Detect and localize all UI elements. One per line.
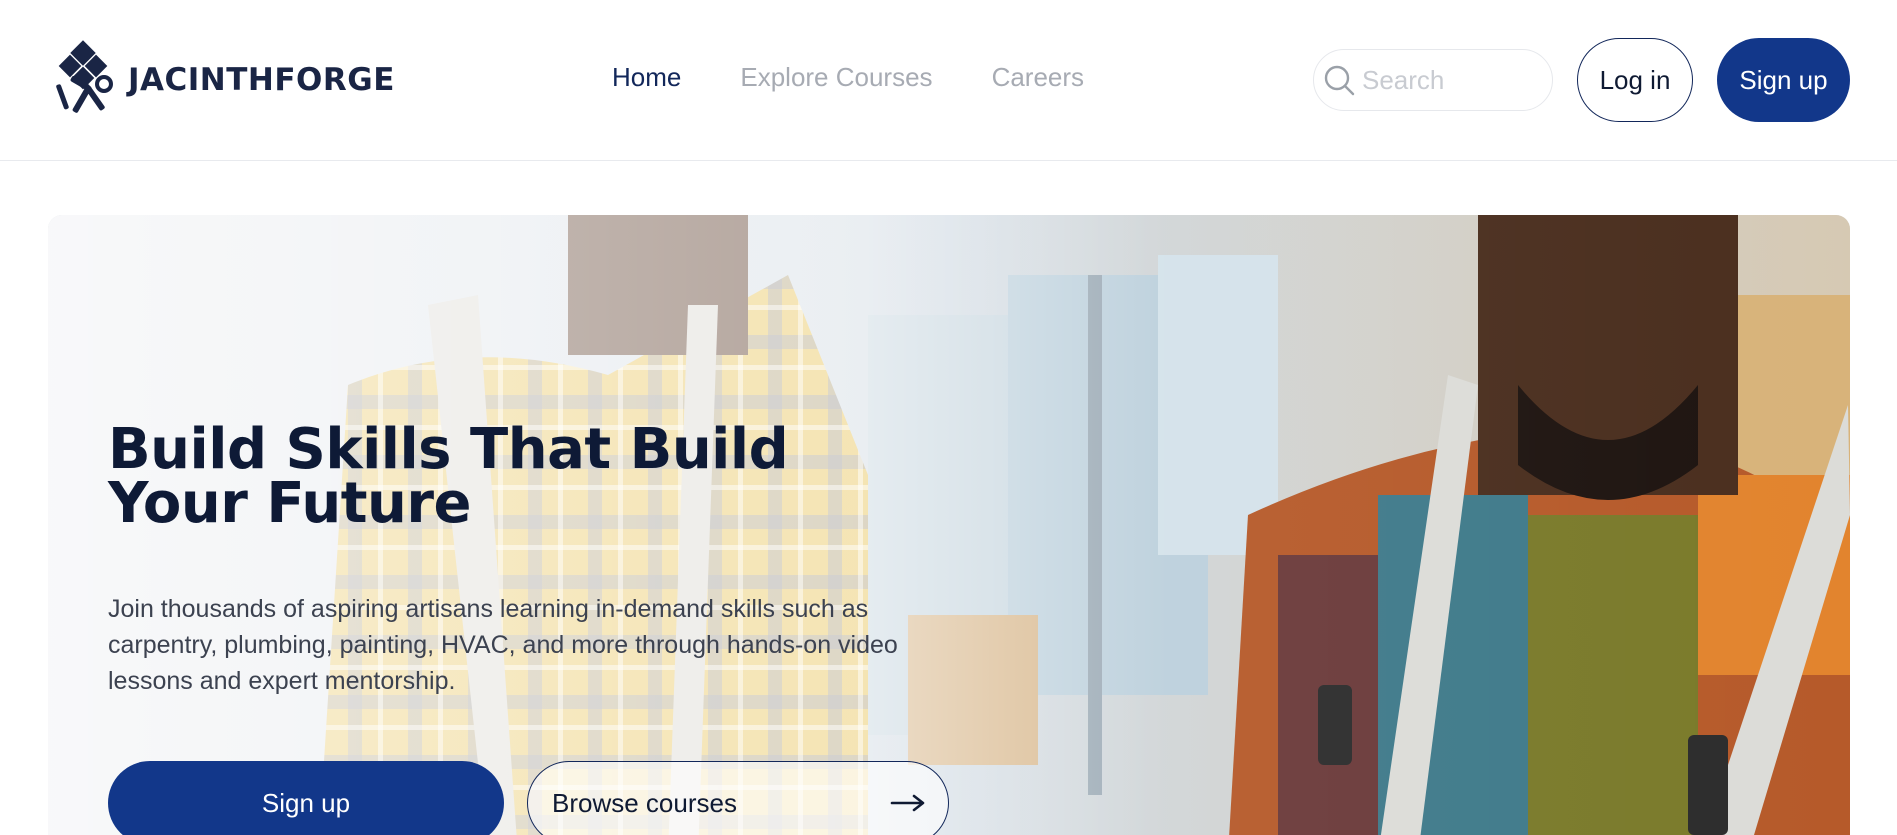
search-input[interactable] [1362, 64, 1542, 96]
arrow-right-icon [890, 794, 925, 812]
hero-banner: Build Skills That Build Your Future Join… [48, 215, 1850, 835]
site-header: JACINTHFORGE Home Explore Courses Career… [0, 0, 1897, 161]
nav-explore-courses[interactable]: Explore Courses [740, 62, 932, 93]
logo[interactable]: JACINTHFORGE [52, 40, 395, 120]
login-button[interactable]: Log in [1577, 38, 1693, 122]
nav-careers[interactable]: Careers [992, 62, 1084, 93]
main-nav: Home Explore Courses Careers [612, 62, 1084, 93]
search-icon [1324, 65, 1355, 96]
hero-signup-button[interactable]: Sign up [108, 761, 504, 835]
browse-courses-button[interactable]: Browse courses [527, 761, 949, 835]
search-box[interactable] [1313, 49, 1553, 111]
hero-subtitle: Join thousands of aspiring artisans lear… [108, 595, 898, 695]
signup-button[interactable]: Sign up [1717, 38, 1850, 122]
hero-title: Build Skills That Build Your Future [108, 417, 789, 536]
nav-home[interactable]: Home [612, 62, 681, 93]
browse-courses-label: Browse courses [552, 787, 737, 818]
logo-text: JACINTHFORGE [128, 62, 395, 98]
logo-mark-icon [56, 40, 113, 113]
